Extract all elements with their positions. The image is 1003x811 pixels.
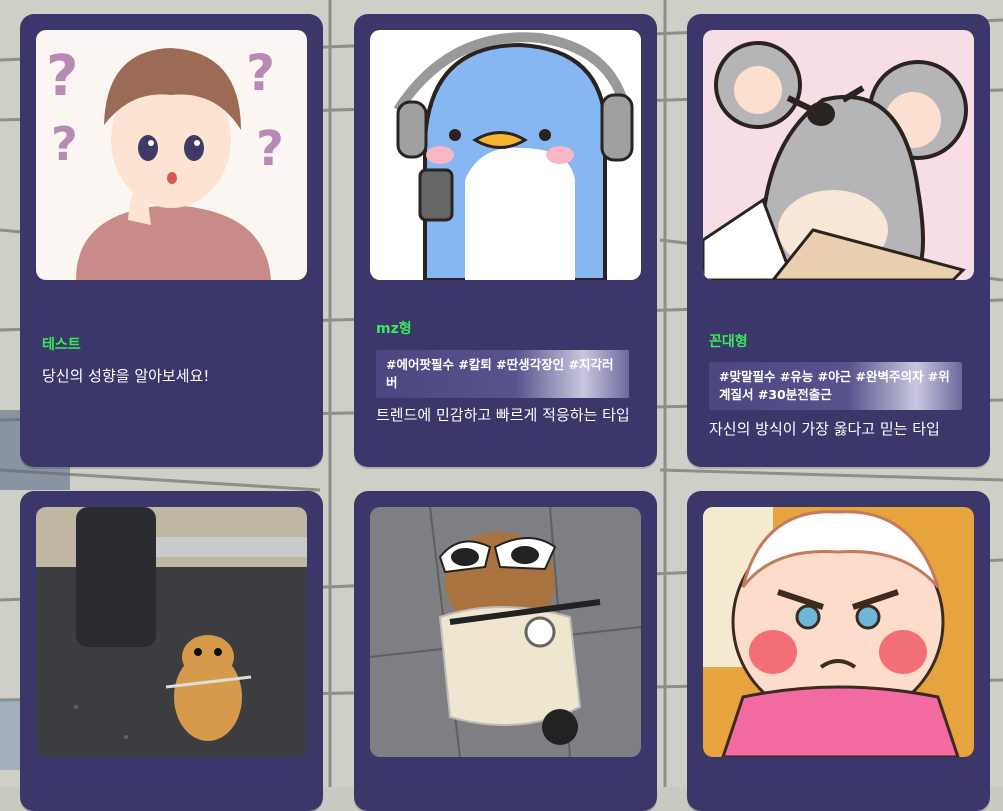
card-description: 트렌드에 민감하고 빠르게 적응하는 타입 bbox=[376, 406, 630, 424]
card-image-angry-baby bbox=[703, 507, 974, 757]
svg-text:?: ? bbox=[246, 44, 275, 102]
card-hashtags: #맞말필수 #유능 #야근 #완벽주의자 #위계질서 #30분전출근 bbox=[709, 362, 962, 410]
card-hashtags: #에어팟필수 #칼퇴 #딴생각장인 #지각러버 bbox=[376, 350, 629, 398]
card-image-hamster-gym bbox=[36, 507, 307, 757]
svg-text:?: ? bbox=[46, 44, 78, 109]
result-card-tester[interactable]: ? ? ? ? 테스트 당신의 성향을 알아보세요! bbox=[20, 14, 323, 467]
result-card-hamster[interactable] bbox=[20, 491, 323, 811]
card-title: 테스트 bbox=[42, 337, 81, 353]
card-title: mz형 bbox=[376, 321, 412, 337]
result-card-angry-baby[interactable] bbox=[687, 491, 990, 811]
card-image-boy-thinking: ? ? ? ? bbox=[36, 30, 307, 280]
result-card-capybara[interactable] bbox=[354, 491, 657, 811]
card-description: 당신의 성향을 알아보세요! bbox=[42, 367, 210, 385]
card-image-koala-angry bbox=[703, 30, 974, 280]
svg-text:?: ? bbox=[256, 121, 284, 177]
svg-text:?: ? bbox=[51, 117, 78, 171]
result-card-kkondae[interactable]: 꼰대형 #맞말필수 #유능 #야근 #완벽주의자 #위계질서 #30분전출근 자… bbox=[687, 14, 990, 467]
result-card-mz[interactable]: mz형 #에어팟필수 #칼퇴 #딴생각장인 #지각러버 트렌드에 민감하고 빠르… bbox=[354, 14, 657, 467]
card-image-capybara-scooter bbox=[370, 507, 641, 757]
card-description: 자신의 방식이 가장 옳다고 믿는 타입 bbox=[709, 420, 940, 438]
card-title: 꼰대형 bbox=[709, 334, 748, 350]
card-image-penguin-headphones bbox=[370, 30, 641, 280]
